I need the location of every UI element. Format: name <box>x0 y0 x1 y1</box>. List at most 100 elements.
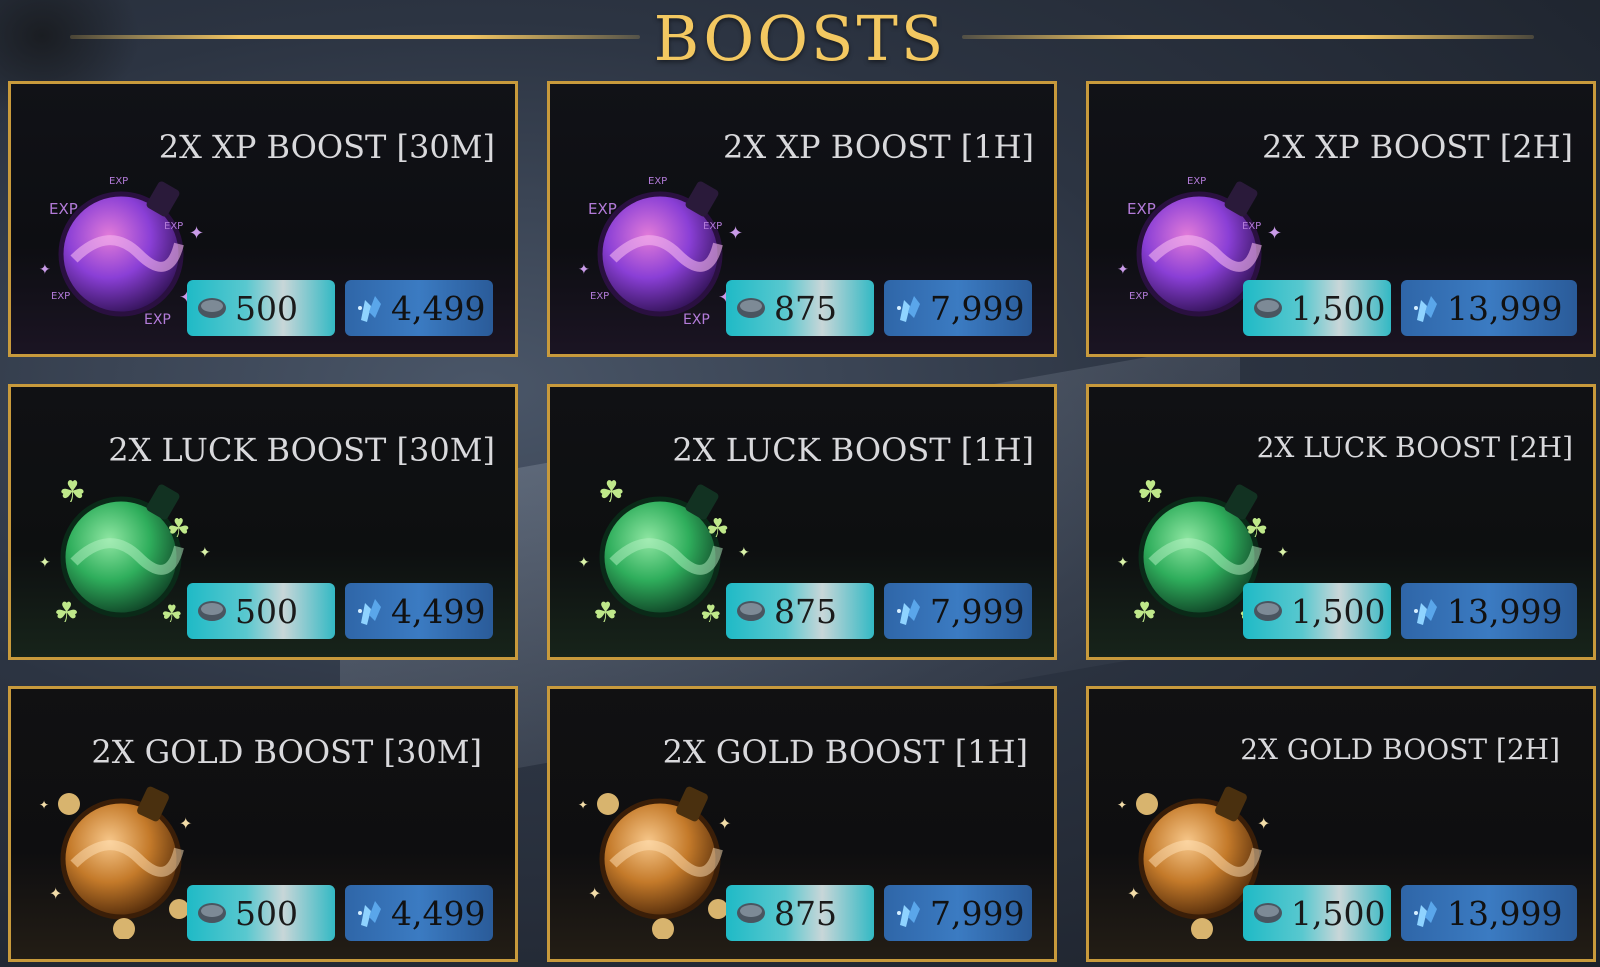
coin-price-button[interactable]: 1,500 <box>1243 885 1391 941</box>
coin-price: 875 <box>774 893 837 933</box>
boost-card-luck-1h[interactable]: ☘ ☘ ☘ ☘ ✦ ✦ 2X LUCK BOOST [1H] 875 7,999 <box>547 384 1057 660</box>
coin-price: 1,500 <box>1291 591 1386 631</box>
coin-price-button[interactable]: 875 <box>726 583 874 639</box>
svg-text:EXP: EXP <box>648 176 667 187</box>
silver-coin-icon <box>198 903 226 923</box>
svg-text:✦: ✦ <box>588 884 601 903</box>
gem-price-button[interactable]: 4,499 <box>345 280 493 336</box>
crystal-gem-icon <box>897 901 920 927</box>
gem-price: 13,999 <box>1447 288 1563 328</box>
svg-text:☘: ☘ <box>593 596 618 629</box>
gem-price: 4,499 <box>391 893 486 933</box>
coin-price-button[interactable]: 500 <box>187 583 335 639</box>
boost-card-xp-2h[interactable]: EXP EXP EXP EXP ✦ ✦ 2X XP BOOST [2H] 1,5… <box>1086 81 1596 357</box>
boost-title: 2X XP BOOST [2H] <box>1261 128 1573 166</box>
boost-card-luck-2h[interactable]: ☘ ☘ ☘ ☘ ✦ ✦ 2X LUCK BOOST [2H] 1,500 13,… <box>1086 384 1596 660</box>
svg-text:✦: ✦ <box>39 798 49 812</box>
gem-price: 4,499 <box>391 288 486 328</box>
coin-price: 1,500 <box>1291 893 1386 933</box>
crystal-gem-icon <box>358 901 381 927</box>
svg-text:✦: ✦ <box>1117 798 1127 812</box>
boost-card-xp-1h[interactable]: EXP EXP EXP EXP EXP ✦ ✦ ✦ 2X XP BOOST [1… <box>547 81 1057 357</box>
svg-text:EXP: EXP <box>144 312 171 328</box>
silver-coin-icon <box>737 903 765 923</box>
crystal-gem-icon <box>1414 296 1437 322</box>
svg-text:EXP: EXP <box>51 291 70 302</box>
silver-coin-icon <box>1254 298 1282 318</box>
svg-text:✦: ✦ <box>578 798 588 812</box>
gem-price-button[interactable]: 13,999 <box>1401 583 1577 639</box>
svg-text:EXP: EXP <box>164 221 183 232</box>
gem-price-button[interactable]: 7,999 <box>884 583 1032 639</box>
svg-text:✦: ✦ <box>39 262 51 278</box>
svg-text:✦: ✦ <box>199 545 211 561</box>
boost-title: 2X GOLD BOOST [30M] <box>91 733 482 771</box>
boost-title: 2X GOLD BOOST [2H] <box>1240 733 1560 766</box>
coin-price-button[interactable]: 500 <box>187 885 335 941</box>
gem-price: 4,499 <box>391 591 486 631</box>
boost-card-xp-30m[interactable]: EXP EXP EXP EXP EXP ✦ ✦ ✦ 2X XP BOOST [3… <box>8 81 518 357</box>
svg-text:✦: ✦ <box>1277 545 1289 561</box>
gem-price-button[interactable]: 7,999 <box>884 280 1032 336</box>
gem-price: 7,999 <box>930 893 1025 933</box>
gem-price-button[interactable]: 13,999 <box>1401 280 1577 336</box>
coin-price-button[interactable]: 875 <box>726 885 874 941</box>
gem-price-button[interactable]: 4,499 <box>345 885 493 941</box>
svg-text:✦: ✦ <box>179 814 192 833</box>
svg-text:☘: ☘ <box>700 600 722 628</box>
boost-title: 2X GOLD BOOST [1H] <box>662 733 1028 771</box>
svg-text:EXP: EXP <box>588 200 617 218</box>
svg-text:EXP: EXP <box>109 176 128 187</box>
svg-text:EXP: EXP <box>1127 200 1156 218</box>
coin-price-button[interactable]: 1,500 <box>1243 280 1391 336</box>
silver-coin-icon <box>737 601 765 621</box>
svg-text:✦: ✦ <box>1257 814 1270 833</box>
svg-text:☘: ☘ <box>1245 514 1268 544</box>
gem-price: 13,999 <box>1447 893 1563 933</box>
silver-coin-icon <box>198 601 226 621</box>
svg-text:EXP: EXP <box>1187 176 1206 187</box>
coin-price: 500 <box>235 893 298 933</box>
coin-price-button[interactable]: 875 <box>726 280 874 336</box>
svg-text:✦: ✦ <box>1117 262 1129 278</box>
svg-text:☘: ☘ <box>167 514 190 544</box>
coin-price: 500 <box>235 288 298 328</box>
svg-text:✦: ✦ <box>728 223 743 244</box>
svg-text:✦: ✦ <box>718 814 731 833</box>
svg-text:✦: ✦ <box>39 555 51 571</box>
svg-text:☘: ☘ <box>54 596 79 629</box>
boosts-header: BOOSTS <box>0 0 1600 76</box>
boost-title: 2X XP BOOST [1H] <box>722 128 1034 166</box>
boost-card-gold-30m[interactable]: ✦ ✦ ✦ 2X GOLD BOOST [30M] 500 4,499 <box>8 686 518 962</box>
svg-text:EXP: EXP <box>1242 221 1261 232</box>
svg-text:☘: ☘ <box>598 475 625 510</box>
coin-price-button[interactable]: 1,500 <box>1243 583 1391 639</box>
svg-text:✦: ✦ <box>738 545 750 561</box>
crystal-gem-icon <box>358 599 381 625</box>
boost-title: 2X LUCK BOOST [2H] <box>1256 431 1573 464</box>
gem-price-button[interactable]: 13,999 <box>1401 885 1577 941</box>
svg-text:✦: ✦ <box>1267 223 1282 244</box>
svg-text:✦: ✦ <box>578 555 590 571</box>
gem-price-button[interactable]: 4,499 <box>345 583 493 639</box>
gem-price-button[interactable]: 7,999 <box>884 885 1032 941</box>
svg-text:✦: ✦ <box>1117 555 1129 571</box>
silver-coin-icon <box>198 298 226 318</box>
coin-price: 875 <box>774 591 837 631</box>
gem-price: 13,999 <box>1447 591 1563 631</box>
svg-text:✦: ✦ <box>189 223 204 244</box>
svg-text:✦: ✦ <box>49 884 62 903</box>
boost-title: 2X LUCK BOOST [30M] <box>108 431 495 469</box>
svg-text:☘: ☘ <box>706 514 729 544</box>
boost-card-gold-1h[interactable]: ✦ ✦ ✦ 2X GOLD BOOST [1H] 875 7,999 <box>547 686 1057 962</box>
svg-text:✦: ✦ <box>1127 884 1140 903</box>
boost-card-gold-2h[interactable]: ✦ ✦ ✦ 2X GOLD BOOST [2H] 1,500 13,999 <box>1086 686 1596 962</box>
crystal-gem-icon <box>358 296 381 322</box>
coin-price-button[interactable]: 500 <box>187 280 335 336</box>
crystal-gem-icon <box>1414 599 1437 625</box>
boost-card-luck-30m[interactable]: ☘ ☘ ☘ ☘ ✦ ✦ 2X LUCK BOOST [30M] 500 4,49… <box>8 384 518 660</box>
svg-text:☘: ☘ <box>59 475 86 510</box>
svg-text:EXP: EXP <box>683 312 710 328</box>
boost-title: 2X XP BOOST [30M] <box>158 128 495 166</box>
svg-text:EXP: EXP <box>590 291 609 302</box>
